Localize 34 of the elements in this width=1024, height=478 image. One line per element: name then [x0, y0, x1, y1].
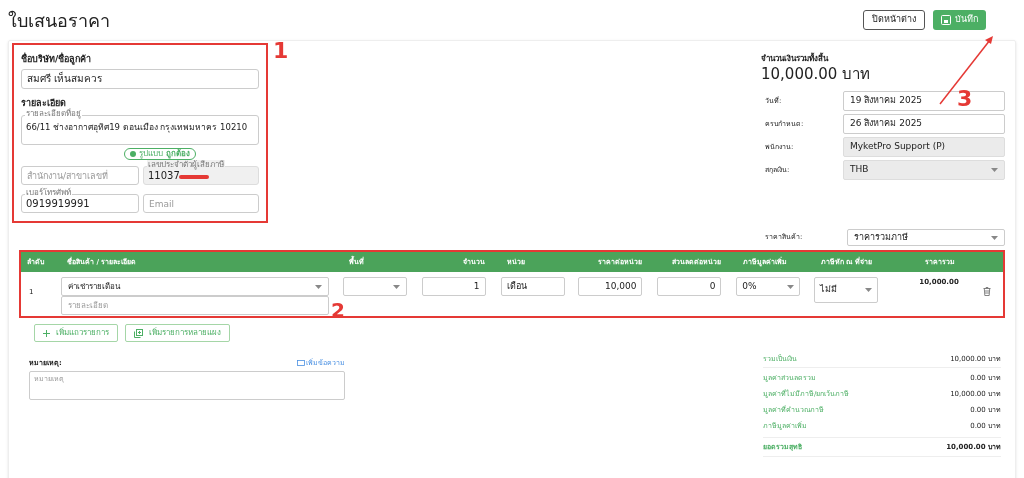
customer-name-field[interactable]: สมศรี เห็นสมควร	[21, 68, 259, 89]
section-label: รายละเอียด	[21, 96, 66, 108]
caret-icon	[991, 235, 998, 240]
total-amount: 10,000.00 บาท	[761, 65, 872, 83]
product-select[interactable]: ค่าเช่ารายเดือน	[60, 277, 329, 296]
discount-field[interactable]: 0	[657, 277, 722, 296]
branch-field[interactable]: สำนักงาน/สาขาเลขที่	[21, 166, 139, 185]
save-icon	[941, 15, 951, 25]
page-title: ใบเสนอราคา	[8, 8, 110, 33]
caret-icon	[865, 288, 873, 292]
document-field[interactable]: 26 สิงหาคม 2025	[843, 114, 1005, 134]
unit-price-field[interactable]: 10,000	[578, 277, 643, 296]
withholding-tax-select[interactable]: ไม่มี	[814, 277, 879, 303]
trash-icon[interactable]	[983, 287, 992, 296]
textbox-icon	[297, 360, 305, 367]
floating-label: เบอร์โทรศัพท์	[25, 188, 72, 198]
caret-icon	[787, 284, 795, 289]
caret-icon	[314, 284, 322, 289]
description-field[interactable]: รายละเอียด	[60, 296, 329, 315]
add-copy-icon	[134, 328, 143, 338]
close-window-button[interactable]: ปิดหน้าต่าง	[863, 10, 925, 30]
unit-field[interactable]: เดือน	[500, 277, 565, 296]
vat-select[interactable]: 0%	[736, 277, 801, 296]
annotation-number: 1	[273, 40, 289, 62]
caret-icon	[991, 168, 998, 172]
field-label: ชื่อบริษัท/ชื่อลูกค้า	[21, 53, 93, 67]
quantity-field[interactable]: 1	[421, 277, 486, 296]
annotation-number: 3	[957, 88, 973, 110]
total-label: จำนวนเงินรวมทั้งสิ้น	[761, 53, 830, 65]
price-type-select[interactable]: ราคารวมภาษี	[847, 229, 1005, 246]
caret-icon	[392, 284, 400, 289]
plus-icon	[43, 329, 50, 337]
email-field[interactable]: Email	[143, 194, 259, 213]
floating-label: เลขประจำตัวผู้เสียภาษี	[147, 160, 225, 170]
